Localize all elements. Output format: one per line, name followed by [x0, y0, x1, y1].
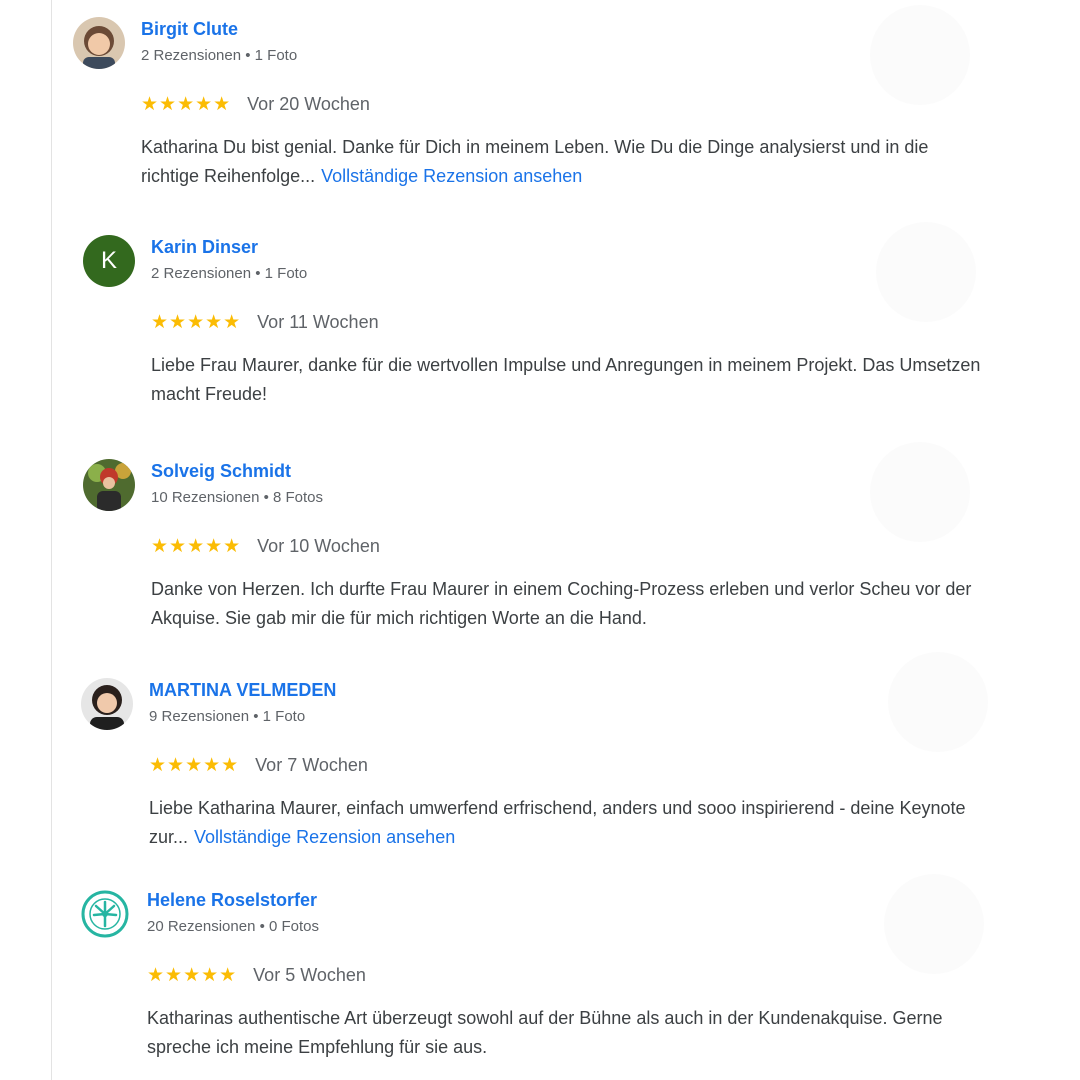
avatar[interactable]: K	[83, 235, 135, 287]
review-date: Vor 5 Wochen	[253, 965, 366, 985]
rating-row: ★★★★★ Vor 20 Wochen	[141, 93, 370, 116]
avatar-letter: K	[100, 247, 117, 274]
photo-placeholder	[888, 652, 988, 752]
photo-placeholder	[876, 222, 976, 322]
photo-placeholder	[870, 5, 970, 105]
star-rating: ★★★★★	[151, 536, 242, 557]
review-date: Vor 11 Wochen	[257, 312, 379, 332]
review-date: Vor 10 Wochen	[257, 536, 380, 556]
star-rating: ★★★★★	[141, 94, 232, 115]
star-rating: ★★★★★	[149, 755, 240, 776]
rating-row: ★★★★★ Vor 7 Wochen	[149, 754, 368, 777]
review-text: Katharinas authentische Art überzeugt so…	[147, 1008, 943, 1057]
reviewer-name[interactable]: Helene Roselstorfer	[147, 890, 317, 911]
full-review-link[interactable]: Vollständige Rezension ansehen	[321, 166, 582, 186]
review-text: Katharina Du bist genial. Danke für Dich…	[141, 133, 971, 190]
rating-row: ★★★★★ Vor 5 Wochen	[147, 964, 366, 987]
reviewer-name[interactable]: MARTINA VELMEDEN	[149, 680, 336, 701]
photo-placeholder	[884, 874, 984, 974]
reviewer-name[interactable]: Solveig Schmidt	[151, 461, 291, 482]
reviewer-meta: 9 Rezensionen • 1 Foto	[149, 708, 306, 725]
review-text: Liebe Katharina Maurer, einfach umwerfen…	[149, 794, 979, 851]
star-rating: ★★★★★	[151, 312, 242, 333]
reviewer-meta: 2 Rezensionen • 1 Foto	[141, 47, 298, 64]
review-date: Vor 20 Wochen	[247, 94, 370, 114]
reviewer-meta: 2 Rezensionen • 1 Foto	[151, 265, 308, 282]
reviewer-name[interactable]: Birgit Clute	[141, 19, 238, 40]
review-date: Vor 7 Wochen	[255, 755, 368, 775]
reviewer-meta: 20 Rezensionen • 0 Fotos	[147, 918, 320, 935]
rating-row: ★★★★★ Vor 10 Wochen	[151, 535, 380, 558]
star-rating: ★★★★★	[147, 965, 238, 986]
rating-row: ★★★★★ Vor 11 Wochen	[151, 311, 379, 334]
photo-placeholder	[870, 442, 970, 542]
avatar[interactable]	[81, 678, 133, 730]
review-text: Liebe Frau Maurer, danke für die wertvol…	[151, 355, 981, 404]
avatar[interactable]	[73, 17, 125, 69]
reviewer-name[interactable]: Karin Dinser	[151, 237, 258, 258]
avatar[interactable]	[79, 888, 131, 940]
left-divider	[51, 0, 52, 1080]
avatar[interactable]	[83, 459, 135, 511]
reviewer-meta: 10 Rezensionen • 8 Fotos	[151, 489, 324, 506]
review-text: Danke von Herzen. Ich durfte Frau Maurer…	[151, 579, 972, 628]
full-review-link[interactable]: Vollständige Rezension ansehen	[194, 827, 455, 847]
